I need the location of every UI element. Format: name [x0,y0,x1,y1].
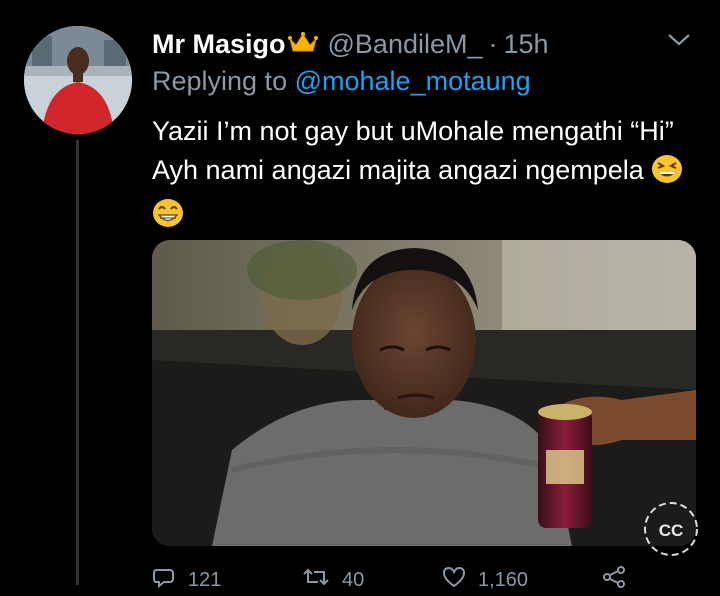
display-name[interactable]: Mr Masigo [152,29,286,60]
mention-link[interactable]: @mohale_motaung [295,66,531,96]
tweet-header: Mr Masigo @BandileM_ · 15h [152,26,680,62]
retweet-count: 40 [342,568,365,591]
reply-button[interactable]: 121 [152,566,302,594]
chevron-down-icon[interactable] [666,32,692,53]
beaming-face-icon [152,198,184,239]
crown-icon [287,31,318,58]
watermark-text: CC [659,521,684,540]
reply-icon [152,566,176,594]
grinning-squinting-face-icon [651,154,683,195]
tweet-media-image[interactable] [152,240,696,546]
timestamp[interactable]: 15h [504,29,549,60]
avatar[interactable] [24,26,132,134]
share-button[interactable] [602,566,626,594]
reply-count: 121 [188,568,222,591]
retweet-icon [302,566,330,594]
separator-dot: · [488,28,498,59]
tweet-text-content: Yazii I’m not gay but uMohale mengathi “… [152,116,674,185]
replying-prefix: Replying to [152,66,288,96]
photo [152,240,696,546]
cc-watermark: CC [638,496,704,562]
thread-line [76,140,79,585]
like-button[interactable]: 1,160 [442,566,602,594]
like-count: 1,160 [478,568,529,591]
user-handle[interactable]: @BandileM_ [328,29,483,60]
avatar-photo [24,26,132,134]
tweet-text: Yazii I’m not gay but uMohale mengathi “… [152,112,692,239]
like-icon [442,566,466,594]
tweet-actions: 121 40 1,160 [152,566,672,596]
retweet-button[interactable]: 40 [302,566,442,594]
share-icon [602,566,626,594]
replying-to: Replying to @mohale_motaung [152,66,531,97]
